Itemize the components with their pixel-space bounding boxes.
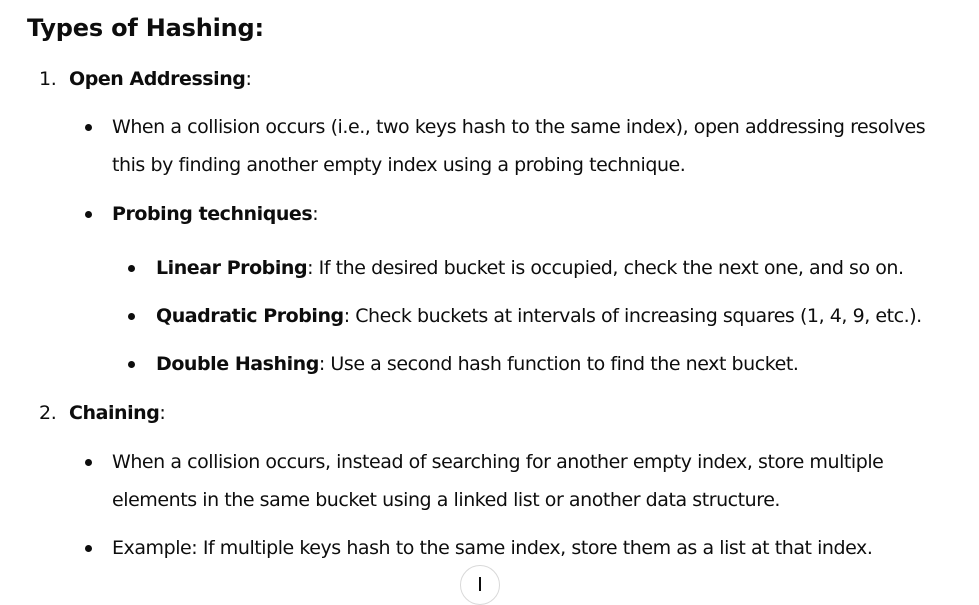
list-item-title: Open Addressing: [69, 60, 252, 98]
bullet-text-line: elements in the same bucket using a link… [112, 489, 781, 511]
bullet-text-line: this by finding another empty index usin… [112, 154, 686, 176]
sub-bullet-text: Linear Probing: If the desired bucket is… [156, 249, 904, 287]
bullet-title-bold: Probing techniques [112, 203, 313, 225]
sub-bullet-icon [128, 313, 135, 320]
sub-bullet-desc: : Use a second hash function to find the… [318, 353, 799, 375]
arrow-down-icon [479, 577, 481, 591]
sub-bullet-text: Double Hashing: Use a second hash functi… [156, 345, 799, 383]
bullet-icon [85, 211, 92, 218]
bullet-title-colon: : [312, 203, 319, 225]
list-number: 2. [39, 402, 57, 424]
bullet-icon [85, 545, 92, 552]
sub-bullet-desc: : If the desired bucket is occupied, che… [307, 257, 904, 279]
item-title-colon: : [245, 68, 252, 90]
item-title-bold: Open Addressing [69, 68, 246, 90]
section-heading: Types of Hashing: [27, 14, 264, 42]
bullet-icon [85, 459, 92, 466]
sub-bullet-title: Linear Probing [156, 257, 308, 279]
list-item-title: Chaining: [69, 394, 166, 432]
bullet-icon [85, 124, 92, 131]
scroll-to-bottom-button[interactable] [460, 565, 500, 605]
item-title-colon: : [159, 402, 166, 424]
sub-bullet-desc: : Check buckets at intervals of increasi… [343, 305, 923, 327]
sub-bullet-title: Double Hashing [156, 353, 319, 375]
sub-bullet-text: Quadratic Probing: Check buckets at inte… [156, 297, 922, 335]
item-title-bold: Chaining [69, 402, 160, 424]
bullet-text-line: When a collision occurs (i.e., two keys … [112, 116, 926, 138]
sub-bullet-icon [128, 361, 135, 368]
bullet-text-line: When a collision occurs, instead of sear… [112, 451, 884, 473]
sub-bullet-title: Quadratic Probing [156, 305, 344, 327]
bullet-text-line: Example: If multiple keys hash to the sa… [112, 537, 873, 559]
bullet-text-line: Probing techniques: [112, 195, 319, 233]
sub-bullet-icon [128, 265, 135, 272]
list-number: 1. [39, 68, 57, 90]
